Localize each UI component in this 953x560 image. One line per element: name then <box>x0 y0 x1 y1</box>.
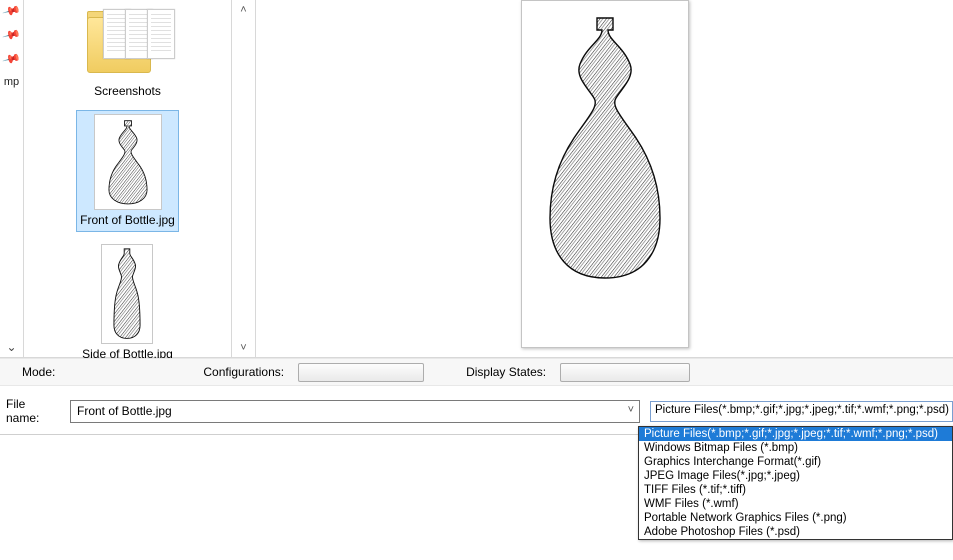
filetype-option[interactable]: JPEG Image Files(*.jpg;*.jpeg) <box>639 469 952 483</box>
folder-label: Screenshots <box>94 84 161 98</box>
filetype-option[interactable]: Adobe Photoshop Files (*.psd) <box>639 525 952 539</box>
pin-icon[interactable]: 📌 <box>2 49 22 69</box>
file-label: Side of Bottle.jpg <box>82 347 173 358</box>
file-list-pane[interactable]: Screenshots Front of Bottle.jpg Side of … <box>24 0 232 358</box>
filename-input[interactable] <box>70 400 640 423</box>
chevron-up-icon[interactable]: ˄ <box>240 4 246 16</box>
places-sidebar: 📌 📌 📌 mp ⌄ <box>0 0 24 358</box>
filetype-option[interactable]: Picture Files(*.bmp;*.gif;*.jpg;*.jpeg;*… <box>639 427 952 441</box>
options-bar: Mode: Configurations: Display States: <box>0 358 953 386</box>
filetype-option[interactable]: TIFF Files (*.tif;*.tiff) <box>639 483 952 497</box>
display-states-label: Display States: <box>466 365 546 379</box>
filetype-option[interactable]: Graphics Interchange Format(*.gif) <box>639 455 952 469</box>
filename-row: File name: ˅ Picture Files(*.bmp;*.gif;*… <box>0 396 953 426</box>
file-label: Front of Bottle.jpg <box>80 213 175 227</box>
preview-image <box>521 0 689 348</box>
file-list-scrollbar[interactable]: ˄ ˅ <box>232 0 256 358</box>
image-thumbnail <box>94 114 162 210</box>
filetype-option[interactable]: Portable Network Graphics Files (*.png) <box>639 511 952 525</box>
filetype-dropdown[interactable]: Picture Files(*.bmp;*.gif;*.jpg;*.jpeg;*… <box>638 426 953 540</box>
configurations-label: Configurations: <box>203 365 284 379</box>
mode-label: Mode: <box>22 365 55 379</box>
folder-item-screenshots[interactable]: Screenshots <box>82 6 174 101</box>
pin-icon[interactable]: 📌 <box>2 1 22 21</box>
image-thumbnail <box>101 244 153 344</box>
filename-label: File name: <box>6 397 60 425</box>
file-item-side-of-bottle[interactable]: Side of Bottle.jpg <box>79 241 176 358</box>
filetype-option[interactable]: WMF Files (*.wmf) <box>639 497 952 511</box>
sidebar-label-mp[interactable]: mp <box>4 76 19 88</box>
filetype-option[interactable]: Windows Bitmap Files (*.bmp) <box>639 441 952 455</box>
preview-pane <box>256 0 953 358</box>
filetype-combo[interactable]: Picture Files(*.bmp;*.gif;*.jpg;*.jpeg;*… <box>650 401 953 422</box>
display-states-combo[interactable] <box>560 363 690 382</box>
file-item-front-of-bottle[interactable]: Front of Bottle.jpg <box>77 111 178 230</box>
pin-icon[interactable]: 📌 <box>2 25 22 45</box>
chevron-down-icon[interactable]: ˅ <box>240 342 246 354</box>
folder-icon <box>85 9 171 81</box>
chevron-down-icon[interactable]: ⌄ <box>6 340 16 354</box>
configurations-combo[interactable] <box>298 363 424 382</box>
